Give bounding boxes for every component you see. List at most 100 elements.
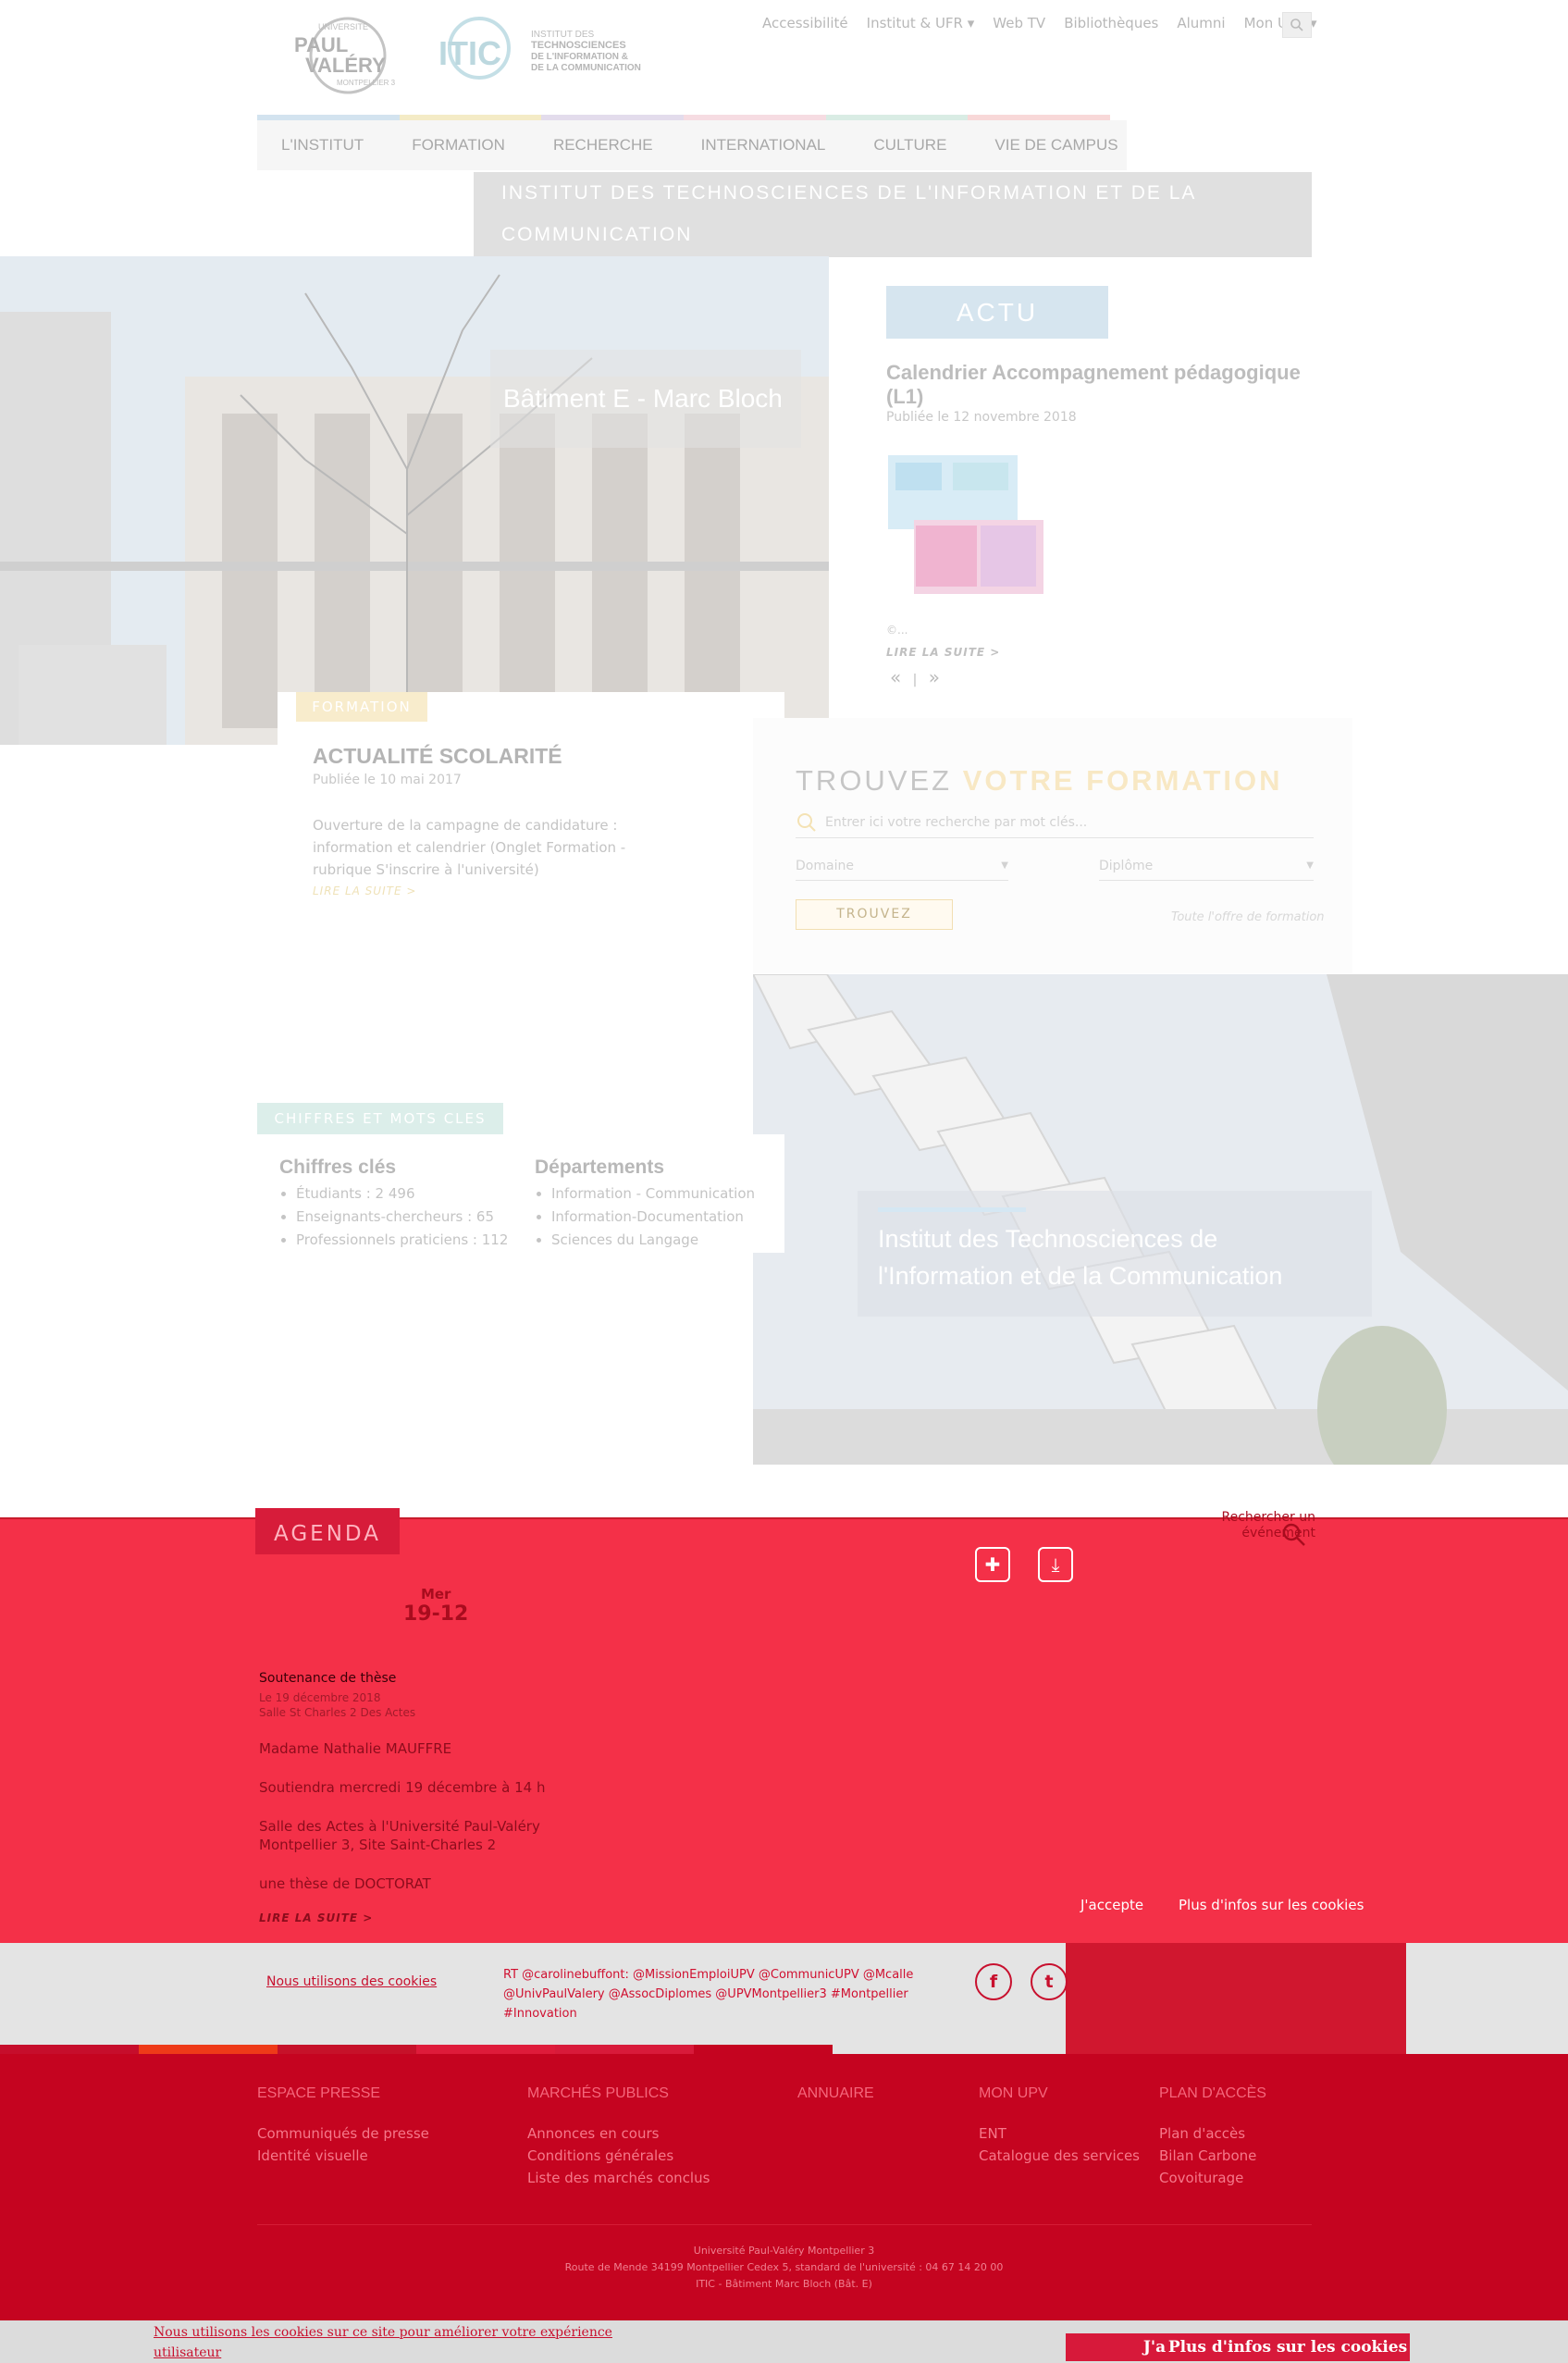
actu-prev[interactable]: « <box>890 666 901 688</box>
actu-heading: ACTU <box>886 286 1108 339</box>
address-line: ITIC - Bâtiment Marc Bloch (Bât. E) <box>696 2278 872 2290</box>
event-title[interactable]: Soutenance de thèse <box>259 1671 555 1686</box>
footer-col-title[interactable]: ESPACE PRESSE <box>257 2085 429 2102</box>
chiffres-item: Étudiants : 2 496 <box>296 1182 508 1206</box>
search-button[interactable] <box>1282 12 1312 38</box>
cookies-link[interactable]: Nous utilisons des cookies <box>266 1974 437 1989</box>
latest-tweet[interactable]: RT @carolinebuffont: @MissionEmploiUPV @… <box>503 1965 957 2023</box>
footer-link[interactable]: Covoiturage <box>1159 2167 1266 2189</box>
agenda-date-block[interactable]: Mer 19-12 <box>403 1586 468 1626</box>
calendar-add-icon[interactable]: ✚ <box>975 1547 1010 1582</box>
finder-title: TROUVEZ VOTRE FORMATION <box>796 764 1283 798</box>
logo-upv-line: UNIVERSITÉ <box>318 22 368 31</box>
diploma-select[interactable]: Diplôme ▼ <box>1099 851 1314 881</box>
logo-itic-line: DE L'INFORMATION & <box>531 52 628 62</box>
building-caption: Institut des Technosciences de l'Informa… <box>858 1191 1372 1317</box>
search-icon <box>797 812 816 832</box>
nav-international[interactable]: INTERNATIONAL <box>677 136 850 155</box>
nav-formation[interactable]: FORMATION <box>388 136 529 155</box>
actu-read-more[interactable]: LIRE LA SUITE > <box>886 646 1000 659</box>
footer-link[interactable]: Plan d'accès <box>1159 2122 1266 2145</box>
search-icon <box>1290 19 1303 31</box>
building-caption-text: Institut des Technosciences de l'Informa… <box>878 1225 1283 1290</box>
itic-logo[interactable]: ITIC INSTITUT DES TECHNOSCIENCES DE L'IN… <box>435 11 657 85</box>
logo-itic-line: INSTITUT DES <box>531 30 594 40</box>
agenda-top-line <box>0 1517 1568 1519</box>
upv-logo[interactable]: UNIVERSITÉ PAUL VALÉRY MONTPELLIER 3 <box>290 15 405 96</box>
departements-column: Départements Information - Communication… <box>535 1157 755 1252</box>
logo-upv-line: VALÉRY <box>305 54 386 77</box>
agenda-section <box>0 1519 1568 1943</box>
small-accept-link[interactable]: J'accepte <box>1080 1897 1143 1913</box>
actu-title[interactable]: Calendrier Accompagnement pédagogique (L… <box>886 361 1303 409</box>
news-title[interactable]: ACTUALITÉ SCOLARITÉ <box>313 744 562 769</box>
address-line: Université Paul-Valéry Montpellier 3 <box>693 2245 875 2257</box>
domain-select-label: Domaine <box>796 858 854 873</box>
event-paragraph: Soutiendra mercredi 19 décembre à 14 h <box>259 1779 546 1796</box>
actu-thumbnail[interactable] <box>888 455 1043 594</box>
footer-link[interactable]: Conditions générales <box>527 2145 710 2167</box>
event-paragraph: Madame Nathalie MAUFFRE <box>259 1740 452 1757</box>
footer-link[interactable]: Communiqués de presse <box>257 2122 429 2145</box>
news-body: Ouverture de la campagne de candidature … <box>313 817 626 878</box>
link-webtv[interactable]: Web TV <box>993 15 1045 31</box>
actu-date: Publiée le 12 novembre 2018 <box>886 410 1077 425</box>
cookie-more-info-button[interactable]: Plus d'infos sur les cookies <box>1166 2333 1410 2361</box>
footer-link[interactable]: Identité visuelle <box>257 2145 429 2167</box>
domain-select[interactable]: Domaine ▼ <box>796 851 1008 881</box>
nav-vie-campus[interactable]: VIE DE CAMPUS <box>970 136 1142 155</box>
finder-title-b: VOTRE FORMATION <box>962 764 1283 797</box>
hero-building-photo <box>0 256 829 745</box>
departement-item[interactable]: Sciences du Langage <box>551 1229 755 1252</box>
departements-title: Départements <box>535 1157 665 1178</box>
chiffres-item: Professionnels praticiens : 112 <box>296 1229 508 1252</box>
cookie-message: Nous utilisons les cookies sur ce site p… <box>154 2325 612 2360</box>
footer-link[interactable]: Bilan Carbone <box>1159 2145 1266 2167</box>
small-more-link[interactable]: Plus d'infos sur les cookies <box>1179 1897 1364 1913</box>
finder-submit-button[interactable]: TROUVEZ <box>796 899 953 930</box>
finder-search-input[interactable]: Entrer ici votre recherche par mot clés.… <box>796 807 1314 838</box>
agenda-icons: ✚ ⤓ <box>975 1547 1073 1582</box>
footer-col-title[interactable]: PLAN D'ACCÈS <box>1159 2085 1266 2102</box>
event-read-more[interactable]: LIRE LA SUITE > <box>259 1911 555 1924</box>
agenda-event: Soutenance de thèse Le 19 décembre 2018 … <box>259 1671 555 1924</box>
address-line: Route de Mende 34199 Montpellier Cedex 5… <box>564 2261 1004 2273</box>
news-date: Publiée le 10 mai 2017 <box>313 773 462 787</box>
nav-culture[interactable]: CULTURE <box>849 136 970 155</box>
chiffres-col-title: Chiffres clés <box>279 1157 397 1178</box>
link-alumni[interactable]: Alumni <box>1177 15 1225 31</box>
actu-next[interactable]: » <box>929 666 940 688</box>
departement-item[interactable]: Information-Documentation <box>551 1206 755 1229</box>
logo-itic-line: TECHNOSCIENCES <box>531 40 626 51</box>
link-bibliotheques[interactable]: Bibliothèques <box>1064 15 1158 31</box>
footer <box>0 2054 1568 2363</box>
nav-institut[interactable]: L'INSTITUT <box>257 136 388 155</box>
event-date: Le 19 décembre 2018 <box>259 1691 381 1704</box>
footer-col-presse: ESPACE PRESSE Communiqués de presse Iden… <box>257 2085 429 2167</box>
footer-col-annuaire: ANNUAIRE <box>797 2085 874 2122</box>
social-strip-panel <box>1066 1943 1406 2054</box>
logo-itic-mark: ITIC <box>438 34 501 72</box>
footer-link[interactable]: Catalogue des services <box>979 2145 1140 2167</box>
twitter-icon[interactable]: t <box>1031 1963 1068 2000</box>
footer-link[interactable]: Liste des marchés conclus <box>527 2167 710 2189</box>
actu-excerpt: ©... <box>886 624 908 637</box>
chiffres-column: Chiffres clés Étudiants : 2 496 Enseigna… <box>279 1157 508 1252</box>
footer-col-title[interactable]: ANNUAIRE <box>797 2085 874 2102</box>
chevron-down-icon: ▼ <box>1001 860 1008 871</box>
calendar-download-icon[interactable]: ⤓ <box>1038 1547 1073 1582</box>
departement-item[interactable]: Information - Communication <box>551 1182 755 1206</box>
all-formations-link[interactable]: Toute l'offre de formation <box>1171 910 1325 924</box>
chevron-down-icon: ▼ <box>1306 860 1314 871</box>
nav-recherche[interactable]: RECHERCHE <box>529 136 677 155</box>
footer-col-title[interactable]: MARCHÉS PUBLICS <box>527 2085 710 2102</box>
finder-title-a: TROUVEZ <box>796 764 963 797</box>
facebook-icon[interactable]: f <box>975 1963 1012 2000</box>
footer-link[interactable]: ENT <box>979 2122 1140 2145</box>
footer-col-title[interactable]: MON UPV <box>979 2085 1140 2102</box>
link-accessibilite[interactable]: Accessibilité <box>762 15 848 31</box>
link-institut-ufr[interactable]: Institut & UFR ▾ <box>867 15 975 31</box>
news-read-more[interactable]: LIRE LA SUITE > <box>313 885 416 897</box>
search-icon[interactable] <box>1280 1521 1308 1549</box>
footer-link[interactable]: Annonces en cours <box>527 2122 710 2145</box>
